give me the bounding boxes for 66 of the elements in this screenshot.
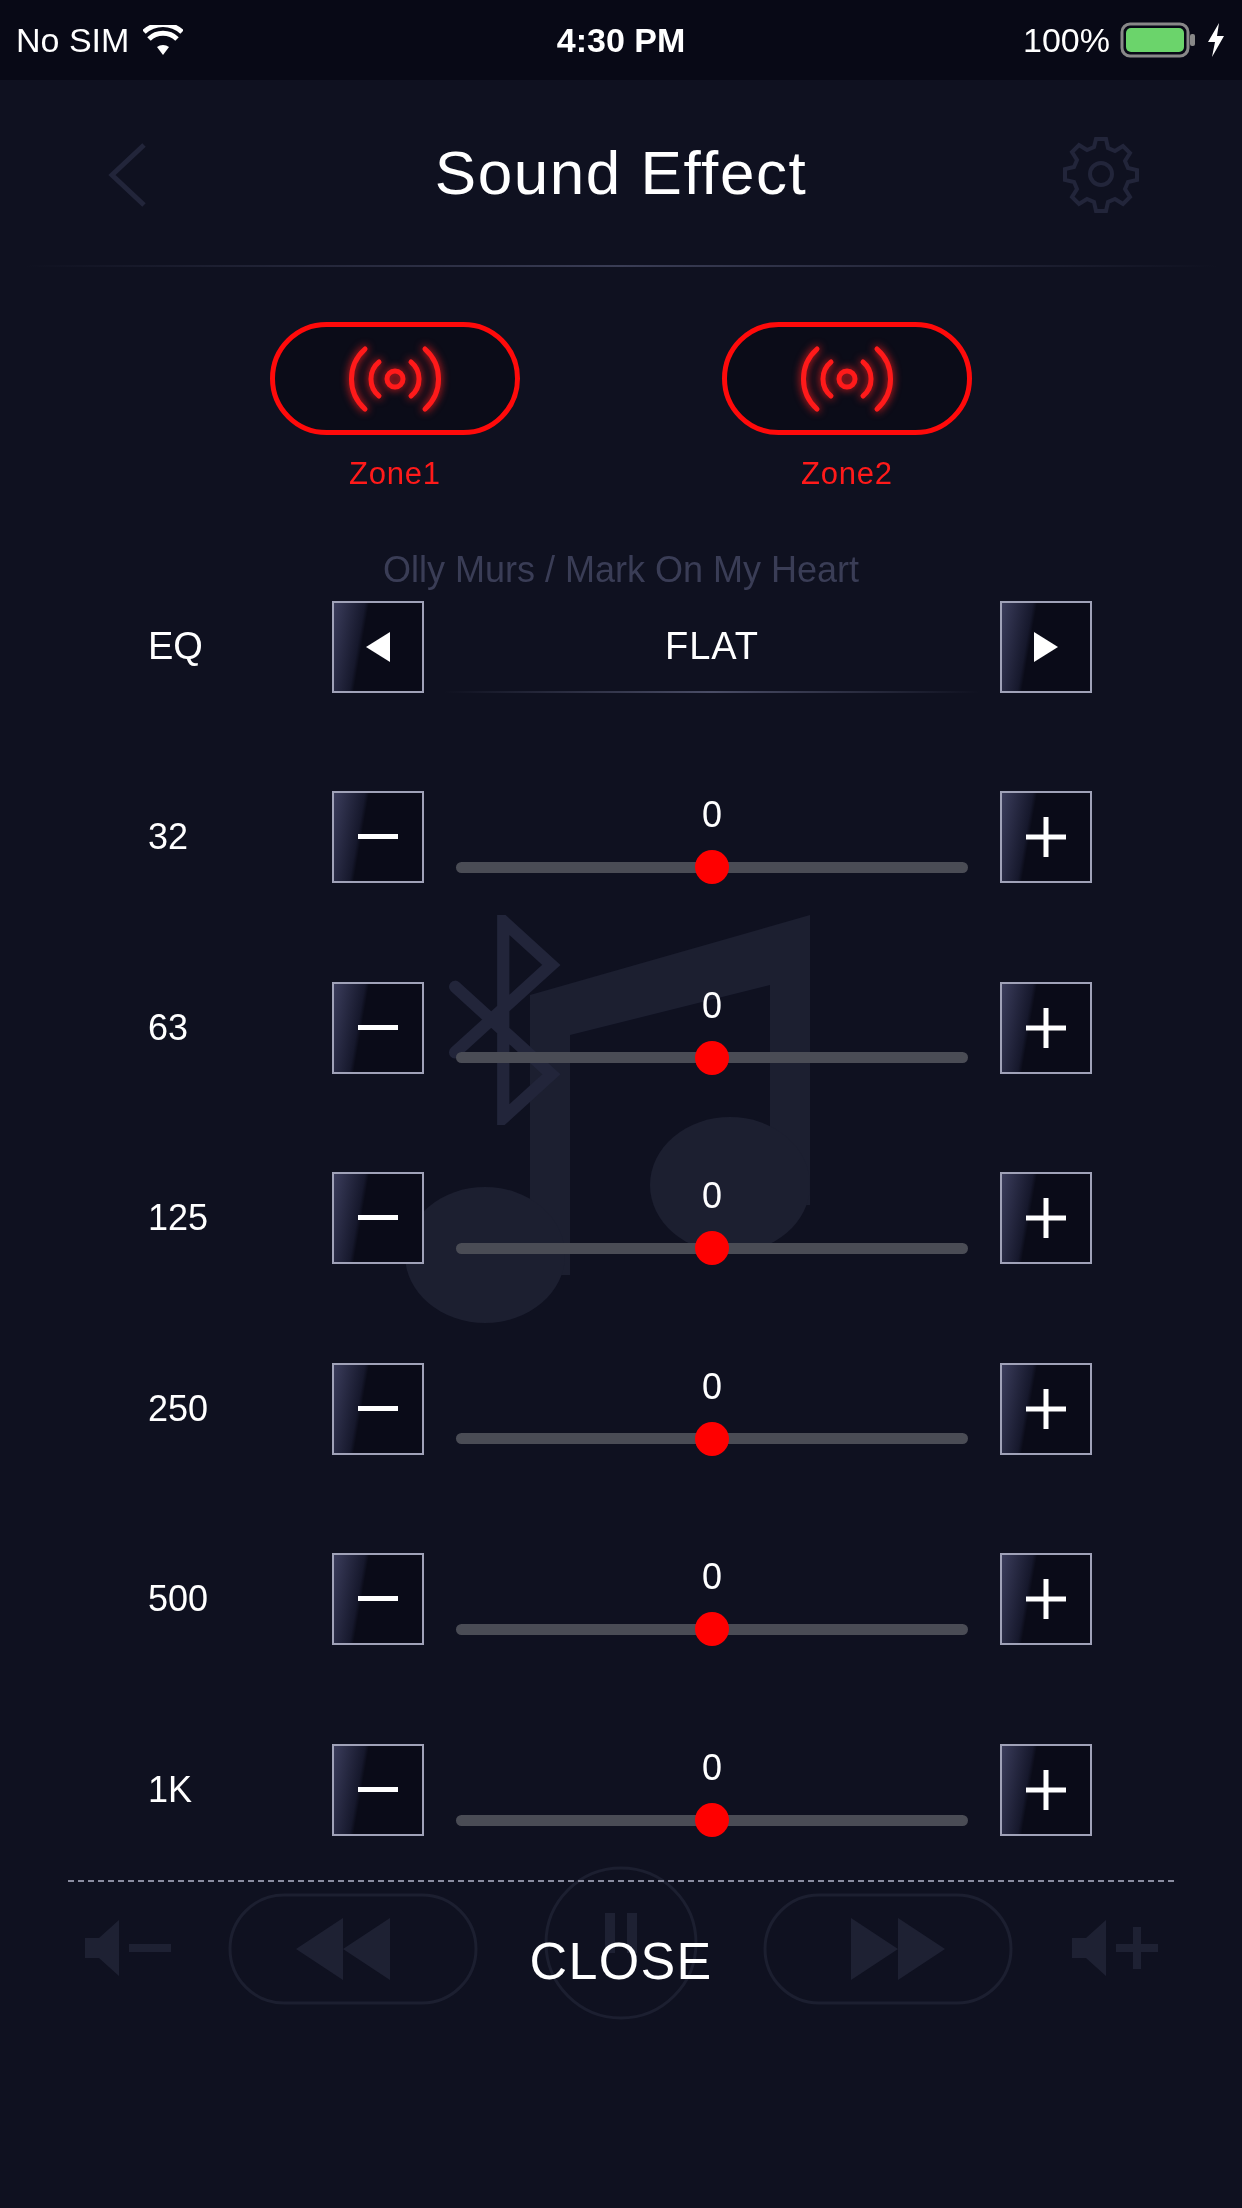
slider-thumb[interactable]: [695, 1612, 729, 1647]
slider-track[interactable]: [456, 851, 968, 884]
increase-button[interactable]: [1000, 791, 1092, 884]
increase-button[interactable]: [1000, 981, 1092, 1074]
plus-icon: [1026, 1388, 1066, 1429]
carrier-label: No SIM: [16, 19, 130, 61]
slider-thumb[interactable]: [695, 1803, 729, 1838]
slider-track[interactable]: [456, 1232, 968, 1265]
increase-button[interactable]: [1000, 1744, 1092, 1837]
back-chevron-icon: [108, 143, 148, 207]
clock-time: 4:30 PM: [556, 19, 686, 61]
band-label: 500: [148, 1577, 210, 1622]
wifi-icon: [143, 25, 184, 55]
band-value: 0: [702, 1748, 722, 1789]
right-triangle-icon: [1034, 631, 1058, 662]
eq-label: EQ: [148, 624, 204, 669]
band-value: 0: [702, 1366, 722, 1407]
band-label: 63: [148, 1005, 190, 1050]
charging-icon: [1206, 23, 1226, 57]
plus-icon: [1026, 817, 1066, 858]
band-label: 1K: [148, 1768, 194, 1813]
decrease-button[interactable]: [332, 1172, 424, 1265]
slider-track[interactable]: [456, 1422, 968, 1455]
battery-icon: [1120, 22, 1196, 58]
previous-preset-button[interactable]: [332, 600, 424, 693]
plus-icon: [1026, 1198, 1066, 1239]
minus-icon: [358, 1405, 398, 1412]
slider-thumb[interactable]: [695, 850, 729, 885]
next-preset-button[interactable]: [1000, 600, 1092, 693]
decrease-button[interactable]: [332, 981, 424, 1074]
band-label: 32: [148, 815, 190, 860]
slider-thumb[interactable]: [695, 1040, 729, 1075]
decrease-button[interactable]: [332, 1744, 424, 1837]
minus-icon: [358, 1596, 398, 1603]
band-value: 0: [702, 1557, 722, 1598]
slider-track[interactable]: [456, 1804, 968, 1837]
slider-track[interactable]: [456, 1041, 968, 1074]
zone-label: Zone2: [801, 455, 893, 493]
band-value: 0: [702, 985, 722, 1026]
band-value: 0: [702, 795, 722, 836]
increase-button[interactable]: [1000, 1553, 1092, 1646]
minus-icon: [358, 1787, 398, 1794]
minus-icon: [358, 834, 398, 841]
minus-icon: [358, 1215, 398, 1222]
left-triangle-icon: [366, 631, 390, 662]
plus-icon: [1026, 1579, 1066, 1620]
decrease-button[interactable]: [332, 791, 424, 884]
plus-icon: [1026, 1007, 1066, 1048]
close-button[interactable]: CLOSE: [519, 1922, 723, 2001]
battery-percent: 100%: [1023, 19, 1110, 61]
band-value: 0: [702, 1176, 722, 1217]
zone-label: Zone1: [349, 455, 441, 493]
slider-thumb[interactable]: [695, 1421, 729, 1456]
band-label: 250: [148, 1386, 210, 1431]
dialog-title: Sound Effect: [434, 137, 808, 209]
band-label: 125: [148, 1196, 210, 1241]
preset-name: FLAT: [665, 624, 759, 669]
gear-icon: [1062, 135, 1140, 213]
minus-icon: [358, 1024, 398, 1031]
slider-thumb[interactable]: [695, 1231, 729, 1266]
increase-button[interactable]: [1000, 1362, 1092, 1455]
increase-button[interactable]: [1000, 1172, 1092, 1265]
plus-icon: [1026, 1770, 1066, 1811]
decrease-button[interactable]: [332, 1362, 424, 1455]
decrease-button[interactable]: [332, 1553, 424, 1646]
slider-track[interactable]: [456, 1613, 968, 1646]
